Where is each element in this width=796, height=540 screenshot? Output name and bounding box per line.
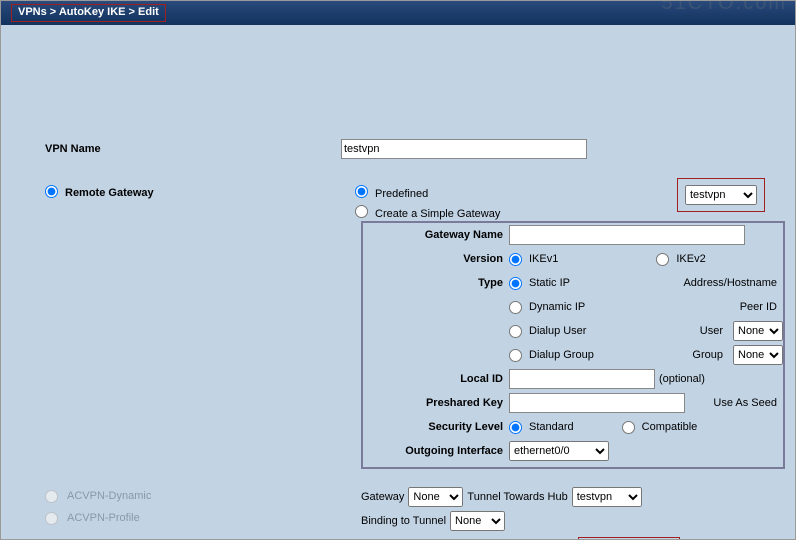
standard-radio[interactable] <box>509 421 522 434</box>
vpn-edit-window: VPNs > AutoKey IKE > Edit VPN Name Remot… <box>0 0 796 540</box>
create-simple-gateway-radio[interactable] <box>355 205 368 218</box>
gateway-bottom-select[interactable]: None <box>408 487 463 507</box>
outgoing-interface-select[interactable]: ethernet0/0 <box>509 441 609 461</box>
vpn-name-input[interactable] <box>341 139 587 159</box>
security-level-label: Security Level <box>363 421 509 433</box>
use-as-seed-label: Use As Seed <box>713 397 783 409</box>
dynamic-ip-label: Dynamic IP <box>529 301 585 313</box>
ikev1-label: IKEv1 <box>529 253 558 265</box>
predefined-label: Predefined <box>375 188 428 200</box>
dialup-group-radio[interactable] <box>509 349 522 362</box>
predefined-radio[interactable] <box>355 185 368 198</box>
outgoing-interface-label: Outgoing Interface <box>363 445 509 457</box>
acvpn-dynamic-label: ACVPN-Dynamic <box>67 490 151 502</box>
local-id-hint: (optional) <box>659 373 705 385</box>
titlebar: VPNs > AutoKey IKE > Edit <box>1 1 795 25</box>
preshared-key-label: Preshared Key <box>363 397 509 409</box>
user-select[interactable]: None <box>733 321 783 341</box>
binding-to-tunnel-label: Binding to Tunnel <box>361 515 446 527</box>
user-label: User <box>700 325 729 337</box>
remote-gateway-label: Remote Gateway <box>65 187 154 199</box>
bottom-options: Gateway None Tunnel Towards Hub testvpn … <box>361 485 791 533</box>
local-id-input[interactable] <box>509 369 655 389</box>
simple-gateway-panel: Gateway Name Version IKEv1 IKEv2 Type St… <box>361 221 785 469</box>
acvpn-section: ACVPN-Dynamic ACVPN-Profile <box>45 485 151 529</box>
tunnel-towards-hub-select[interactable]: testvpn <box>572 487 642 507</box>
tunnel-towards-hub-label: Tunnel Towards Hub <box>467 491 567 503</box>
vpn-name-label: VPN Name <box>45 143 101 155</box>
compatible-radio[interactable] <box>622 421 635 434</box>
binding-to-tunnel-select[interactable]: None <box>450 511 505 531</box>
static-ip-label: Static IP <box>529 277 570 289</box>
predefined-gateway-select[interactable]: testvpn <box>685 185 757 205</box>
static-ip-radio[interactable] <box>509 277 522 290</box>
dialup-user-radio[interactable] <box>509 325 522 338</box>
dialup-group-label: Dialup Group <box>529 349 594 361</box>
dynamic-ip-radio[interactable] <box>509 301 522 314</box>
ikev1-radio[interactable] <box>509 253 522 266</box>
standard-label: Standard <box>529 421 574 433</box>
type-label: Type <box>363 277 509 289</box>
gateway-name-label: Gateway Name <box>363 229 509 241</box>
gateway-name-input[interactable] <box>509 225 745 245</box>
local-id-label: Local ID <box>363 373 509 385</box>
version-label: Version <box>363 253 509 265</box>
compatible-label: Compatible <box>642 421 698 433</box>
create-simple-gateway-label: Create a Simple Gateway <box>375 208 500 220</box>
peer-id-label: Peer ID <box>740 301 783 313</box>
ikev2-label: IKEv2 <box>676 253 705 265</box>
form-content: VPN Name Remote Gateway Predefined Creat… <box>1 25 795 43</box>
acvpn-profile-label: ACVPN-Profile <box>67 512 140 524</box>
acvpn-dynamic-radio <box>45 490 58 503</box>
preshared-key-input[interactable] <box>509 393 685 413</box>
group-select[interactable]: None <box>733 345 783 365</box>
gateway-bottom-label: Gateway <box>361 491 404 503</box>
address-hostname-label: Address/Hostname <box>683 277 783 289</box>
group-label: Group <box>692 349 729 361</box>
remote-gateway-radio[interactable] <box>45 185 58 198</box>
breadcrumb: VPNs > AutoKey IKE > Edit <box>11 4 166 22</box>
ikev2-radio[interactable] <box>656 253 669 266</box>
predefined-gateway-highlight: testvpn <box>677 178 765 212</box>
acvpn-profile-radio <box>45 512 58 525</box>
dialup-user-label: Dialup User <box>529 325 586 337</box>
